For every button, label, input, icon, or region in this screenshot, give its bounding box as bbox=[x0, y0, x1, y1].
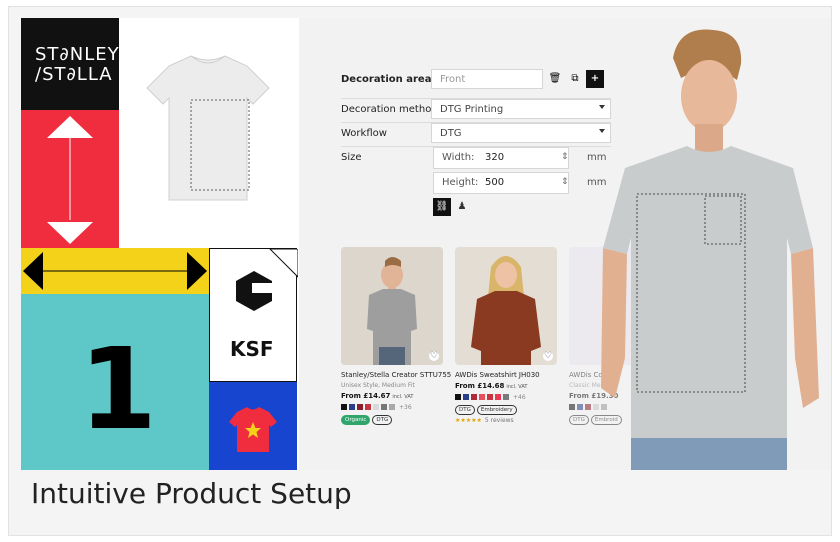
heart-icon[interactable]: ♡ bbox=[543, 351, 553, 361]
tag-dtg: DTG bbox=[455, 405, 475, 415]
swatch[interactable] bbox=[487, 394, 493, 400]
stanley-stella-logo: ST∂NLEY /ST∂LLA bbox=[21, 18, 119, 110]
product-subtitle: Unisex Style, Medium Fit bbox=[341, 382, 415, 389]
width-value[interactable]: 320 bbox=[485, 152, 504, 163]
sweatshirt-model-image bbox=[455, 247, 557, 365]
vertical-arrow-icon bbox=[47, 116, 93, 244]
product-photo bbox=[455, 247, 557, 365]
ksf-document: KSF bbox=[209, 248, 298, 382]
swatch[interactable] bbox=[373, 404, 379, 410]
width-stepper-icon[interactable]: ⇕ bbox=[561, 152, 569, 162]
product-title[interactable]: Stanley/Stella Creator STTU755 bbox=[341, 371, 451, 379]
tag-dtg: DTG bbox=[372, 415, 393, 425]
decoration-area-label[interactable]: Decoration area ▾ bbox=[341, 74, 440, 85]
width-label: Width: bbox=[442, 152, 475, 163]
copy-icon[interactable]: ⧉ bbox=[566, 70, 584, 88]
height-label: Height: bbox=[442, 177, 479, 188]
decoration-method-value: DTG Printing bbox=[440, 104, 504, 115]
review-count: 5 reviews bbox=[484, 417, 514, 424]
tag-embroidery: Embroidery bbox=[476, 405, 517, 415]
size-label: Size bbox=[341, 152, 362, 163]
swatch[interactable] bbox=[569, 404, 575, 410]
brand-line-2: /ST∂LLA bbox=[35, 64, 113, 85]
stamp-icon[interactable]: ♟ bbox=[453, 198, 471, 216]
product-price: From £14.68 incl. VAT bbox=[455, 382, 528, 390]
height-value[interactable]: 500 bbox=[485, 177, 504, 188]
model-tee-image bbox=[601, 29, 819, 470]
swatch[interactable] bbox=[389, 404, 395, 410]
feature-card: ST∂NLEY /ST∂LLA KSF 1 Decoration area ▾ … bbox=[8, 6, 832, 536]
link-ratio-icon[interactable]: ⛓ bbox=[433, 198, 451, 216]
swatch[interactable] bbox=[381, 404, 387, 410]
color-swatches: +36 bbox=[341, 403, 412, 411]
product-card[interactable]: ♡ AWDis Sweatshirt JH030 From £14.68 incl… bbox=[455, 247, 557, 462]
print-icon-block bbox=[209, 382, 297, 470]
decoration-area-input[interactable]: Front bbox=[431, 69, 543, 89]
swatch[interactable] bbox=[349, 404, 355, 410]
swatch[interactable] bbox=[471, 394, 477, 400]
swatch[interactable] bbox=[503, 394, 509, 400]
product-tags: DTG Embroidery bbox=[455, 405, 517, 415]
tshirt-outline-icon bbox=[146, 55, 270, 201]
grey-tee-model-image bbox=[341, 247, 443, 365]
height-arrow-block bbox=[21, 110, 119, 248]
trash-icon[interactable]: 🗑 bbox=[546, 70, 564, 88]
swatch[interactable] bbox=[341, 404, 347, 410]
color-swatches: +46 bbox=[455, 393, 526, 401]
ksf-logo-icon bbox=[236, 249, 298, 311]
product-tags: Organic DTG bbox=[341, 415, 393, 425]
shirt-star-icon bbox=[229, 407, 277, 452]
hero-image: ST∂NLEY /ST∂LLA KSF 1 Decoration area ▾ … bbox=[21, 18, 831, 470]
tag-dtg: DTG bbox=[569, 415, 589, 425]
swatch[interactable] bbox=[357, 404, 363, 410]
product-photo bbox=[341, 247, 443, 365]
brand-line-1: ST∂NLEY bbox=[35, 44, 120, 65]
decoration-method-select[interactable]: DTG Printing bbox=[431, 99, 611, 119]
product-card[interactable]: ♡ Stanley/Stella Creator STTU755 Unisex … bbox=[341, 247, 451, 462]
heart-icon[interactable]: ♡ bbox=[429, 351, 439, 361]
feature-caption: Intuitive Product Setup bbox=[31, 477, 352, 510]
swatch[interactable] bbox=[495, 394, 501, 400]
width-arrow-block bbox=[21, 248, 209, 294]
product-price: From £14.67 incl. VAT bbox=[341, 392, 414, 400]
product-title[interactable]: AWDis Sweatshirt JH030 bbox=[455, 371, 540, 379]
swatch[interactable] bbox=[455, 394, 461, 400]
tag-organic: Organic bbox=[341, 415, 371, 425]
more-colors: +46 bbox=[513, 393, 526, 401]
height-stepper-icon[interactable]: ⇕ bbox=[561, 177, 569, 187]
swatch[interactable] bbox=[577, 404, 583, 410]
model-photo bbox=[591, 18, 831, 470]
quantity-one: 1 bbox=[79, 325, 157, 455]
swatch[interactable] bbox=[463, 394, 469, 400]
tee-preview bbox=[119, 18, 297, 248]
horizontal-arrow-icon bbox=[23, 252, 207, 290]
rating-stars: ★★★★★ 5 reviews bbox=[455, 417, 514, 424]
workflow-value: DTG bbox=[440, 128, 462, 139]
workflow-select[interactable]: DTG bbox=[431, 123, 611, 143]
ksf-label: KSF bbox=[230, 337, 274, 361]
swatch[interactable] bbox=[365, 404, 371, 410]
decoration-method-label: Decoration method bbox=[341, 104, 438, 115]
swatch[interactable] bbox=[479, 394, 485, 400]
more-colors: +36 bbox=[399, 403, 412, 411]
workflow-label: Workflow bbox=[341, 128, 387, 139]
